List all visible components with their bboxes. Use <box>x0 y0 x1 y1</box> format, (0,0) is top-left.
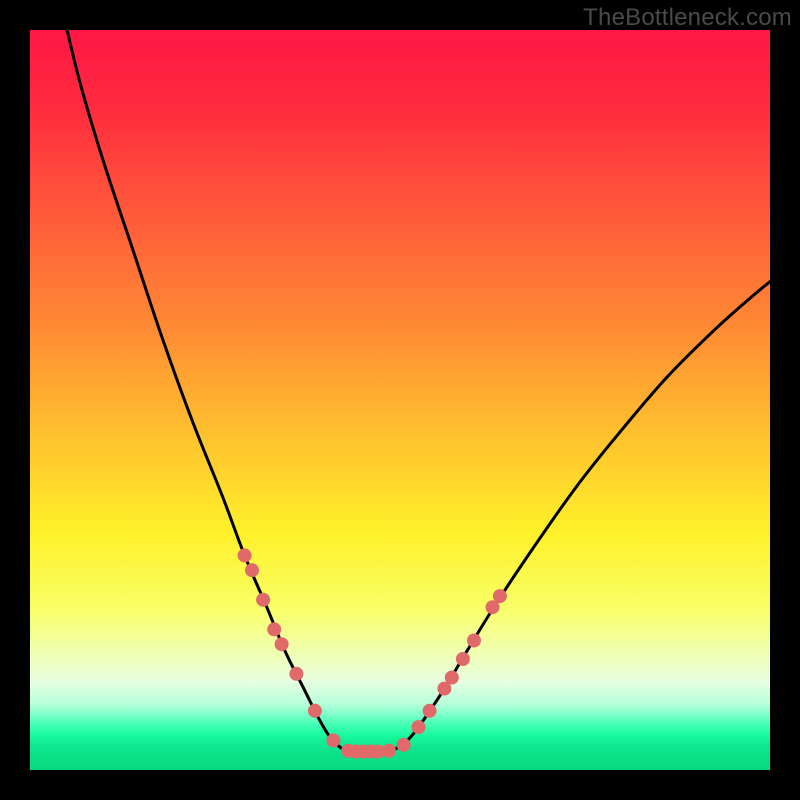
data-marker <box>326 733 340 747</box>
data-marker <box>238 548 252 562</box>
chart-background <box>30 30 770 770</box>
data-marker <box>245 563 259 577</box>
data-marker <box>289 667 303 681</box>
data-marker <box>397 738 411 752</box>
chart-frame <box>30 30 770 770</box>
data-marker <box>423 704 437 718</box>
data-marker <box>445 671 459 685</box>
data-marker <box>493 589 507 603</box>
data-marker <box>467 634 481 648</box>
attribution-text: TheBottleneck.com <box>583 4 792 32</box>
data-marker <box>308 704 322 718</box>
data-marker <box>382 744 396 758</box>
data-marker <box>456 652 470 666</box>
data-marker <box>412 720 426 734</box>
data-marker <box>256 593 270 607</box>
data-marker <box>275 637 289 651</box>
data-marker <box>267 622 281 636</box>
bottleneck-chart <box>30 30 770 770</box>
